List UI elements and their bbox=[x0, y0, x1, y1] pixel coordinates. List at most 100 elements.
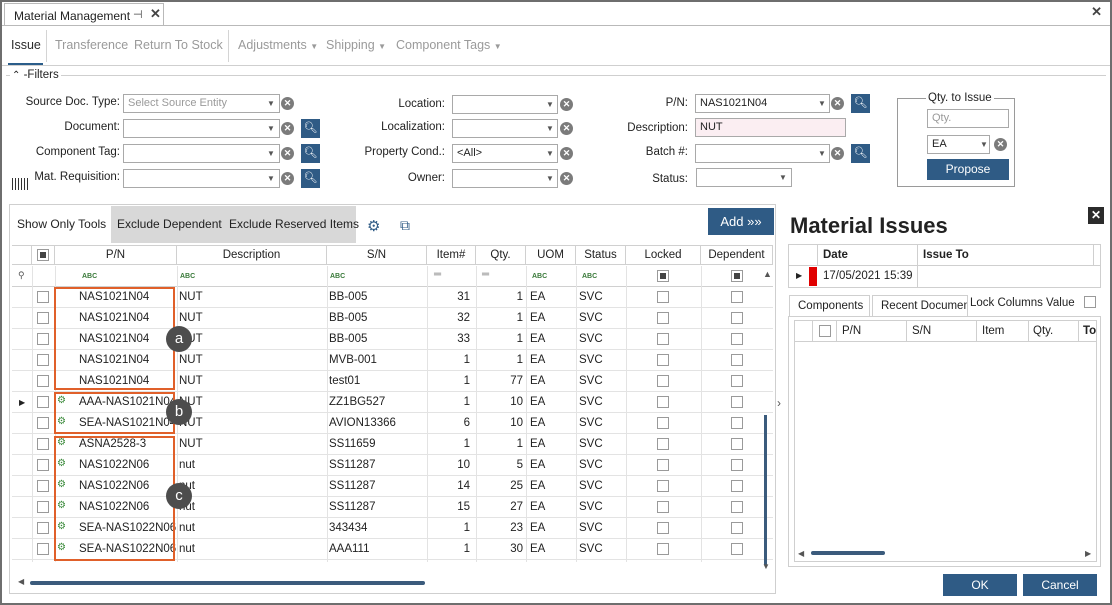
chevron-down-icon[interactable]: ▼ bbox=[267, 149, 275, 158]
locked-checkbox[interactable] bbox=[657, 522, 669, 534]
search-icon[interactable]: 🔍︎ bbox=[851, 144, 870, 163]
clear-icon[interactable]: ✕ bbox=[281, 172, 294, 185]
dependent-checkbox[interactable] bbox=[731, 543, 743, 555]
locked-checkbox[interactable] bbox=[657, 333, 669, 345]
issues-col-date[interactable]: Date bbox=[823, 249, 848, 261]
dependent-filter-checkbox[interactable] bbox=[731, 270, 743, 282]
chevron-down-icon[interactable]: ▼ bbox=[546, 149, 554, 158]
locked-checkbox[interactable] bbox=[657, 417, 669, 429]
qty-input[interactable]: Qty. bbox=[927, 109, 1009, 128]
grid-header-dependent[interactable]: Dependent bbox=[701, 245, 773, 265]
tab-recent-documents[interactable]: Recent Documents bbox=[872, 295, 968, 317]
pin-icon[interactable]: ⊣ bbox=[133, 8, 143, 21]
clear-icon[interactable]: ✕ bbox=[994, 138, 1007, 151]
expand-right-icon[interactable]: › bbox=[777, 396, 781, 410]
text-filter-icon[interactable]: ABC bbox=[82, 273, 97, 280]
menu-component-tags[interactable]: Component Tags ▼ bbox=[396, 38, 502, 52]
grid-header-description[interactable]: Description bbox=[177, 245, 327, 265]
row-checkbox[interactable] bbox=[37, 417, 49, 429]
filters-header[interactable]: ⌃ -Filters bbox=[10, 69, 61, 81]
locked-checkbox[interactable] bbox=[657, 291, 669, 303]
text-filter-icon[interactable]: ABC bbox=[532, 273, 547, 280]
dependent-checkbox[interactable] bbox=[731, 501, 743, 513]
chevron-down-icon[interactable]: ▼ bbox=[546, 100, 554, 109]
search-icon[interactable]: 🔍︎ bbox=[301, 169, 320, 188]
dependent-checkbox[interactable] bbox=[731, 396, 743, 408]
grid-header-sn[interactable]: S/N bbox=[327, 245, 427, 265]
scroll-left-icon[interactable]: ◀ bbox=[18, 577, 24, 586]
comp-col-sn[interactable]: S/N bbox=[912, 325, 931, 337]
status-select[interactable] bbox=[696, 168, 792, 187]
exclude-dependent-toggle[interactable]: Exclude Dependent bbox=[111, 206, 223, 243]
settings-icon[interactable]: ⚙ bbox=[367, 217, 380, 235]
batch-select[interactable] bbox=[695, 144, 830, 163]
locked-checkbox[interactable] bbox=[657, 543, 669, 555]
grid-header-pn[interactable]: P/N bbox=[55, 245, 177, 265]
exclude-reserved-toggle[interactable]: Exclude Reserved Items bbox=[223, 206, 359, 243]
propose-button[interactable]: Propose bbox=[927, 159, 1009, 180]
filter-icon[interactable]: ⚲ bbox=[18, 270, 25, 281]
location-select[interactable] bbox=[452, 95, 558, 114]
collapse-icon[interactable]: ⌃ bbox=[12, 70, 20, 81]
menu-transference[interactable]: Transference bbox=[55, 38, 128, 52]
search-icon[interactable]: 🔍︎ bbox=[301, 119, 320, 138]
grid-vertical-scrollbar[interactable] bbox=[764, 415, 767, 565]
cancel-button[interactable]: Cancel bbox=[1023, 574, 1097, 596]
clear-icon[interactable]: ✕ bbox=[281, 147, 294, 160]
source-doc-type-select[interactable]: Select Source Entity bbox=[123, 94, 280, 113]
grid-header-status[interactable]: Status bbox=[576, 245, 626, 265]
clear-icon[interactable]: ✕ bbox=[281, 97, 294, 110]
comp-col-pn[interactable]: P/N bbox=[842, 325, 861, 337]
chevron-down-icon[interactable]: ▼ bbox=[546, 124, 554, 133]
locked-checkbox[interactable] bbox=[657, 396, 669, 408]
text-filter-icon[interactable]: ABC bbox=[582, 273, 597, 280]
row-checkbox[interactable] bbox=[37, 459, 49, 471]
locked-checkbox[interactable] bbox=[657, 354, 669, 366]
menu-return-to-stock[interactable]: Return To Stock bbox=[134, 38, 223, 52]
equals-filter-icon[interactable]: ═ bbox=[482, 269, 489, 280]
chevron-down-icon[interactable]: ▼ bbox=[267, 174, 275, 183]
grid-header-select[interactable] bbox=[32, 245, 55, 265]
menu-adjustments[interactable]: Adjustments ▼ bbox=[238, 38, 318, 52]
issues-row[interactable]: ▶ 17/05/2021 15:39 bbox=[789, 266, 1100, 287]
dependent-checkbox[interactable] bbox=[731, 522, 743, 534]
chevron-down-icon[interactable]: ▼ bbox=[818, 99, 826, 108]
row-checkbox[interactable] bbox=[37, 291, 49, 303]
tab-components[interactable]: Components bbox=[789, 295, 870, 317]
text-filter-icon[interactable]: ABC bbox=[180, 273, 195, 280]
add-button[interactable]: Add »» bbox=[708, 208, 774, 235]
search-icon[interactable]: 🔍︎ bbox=[851, 94, 870, 113]
equals-filter-icon[interactable]: ═ bbox=[434, 269, 441, 280]
document-select[interactable] bbox=[123, 119, 280, 138]
pn-select[interactable]: NAS1021N04 bbox=[695, 94, 830, 113]
owner-select[interactable] bbox=[452, 169, 558, 188]
issues-col-issue-to[interactable]: Issue To bbox=[923, 249, 969, 261]
comp-col-qty[interactable]: Qty. bbox=[1033, 325, 1053, 337]
locked-checkbox[interactable] bbox=[657, 312, 669, 324]
chevron-down-icon[interactable]: ▼ bbox=[267, 124, 275, 133]
text-filter-icon[interactable]: ABC bbox=[330, 273, 345, 280]
clear-icon[interactable]: ✕ bbox=[560, 172, 573, 185]
grid-header-qty[interactable]: Qty. bbox=[476, 245, 526, 265]
row-checkbox[interactable] bbox=[37, 522, 49, 534]
row-checkbox[interactable] bbox=[37, 543, 49, 555]
scroll-right-icon[interactable]: ▶ bbox=[1085, 549, 1091, 558]
dependent-checkbox[interactable] bbox=[731, 459, 743, 471]
chevron-down-icon[interactable]: ▼ bbox=[980, 140, 988, 149]
clear-icon[interactable]: ✕ bbox=[560, 122, 573, 135]
grid-header-locked[interactable]: Locked bbox=[626, 245, 701, 265]
clear-icon[interactable]: ✕ bbox=[560, 147, 573, 160]
components-horizontal-scrollbar[interactable] bbox=[811, 551, 885, 555]
ok-button[interactable]: OK bbox=[943, 574, 1017, 596]
dependent-checkbox[interactable] bbox=[731, 417, 743, 429]
scroll-down-icon[interactable]: ▼ bbox=[762, 562, 770, 571]
clear-icon[interactable]: ✕ bbox=[560, 98, 573, 111]
localization-select[interactable] bbox=[452, 119, 558, 138]
show-only-tools-toggle[interactable]: Show Only Tools bbox=[11, 206, 112, 243]
description-field[interactable]: NUT bbox=[695, 118, 846, 137]
link-icon[interactable]: ⧉ bbox=[400, 217, 410, 234]
row-checkbox[interactable] bbox=[37, 501, 49, 513]
locked-checkbox[interactable] bbox=[657, 501, 669, 513]
clear-icon[interactable]: ✕ bbox=[831, 97, 844, 110]
menu-shipping[interactable]: Shipping ▼ bbox=[326, 38, 386, 52]
